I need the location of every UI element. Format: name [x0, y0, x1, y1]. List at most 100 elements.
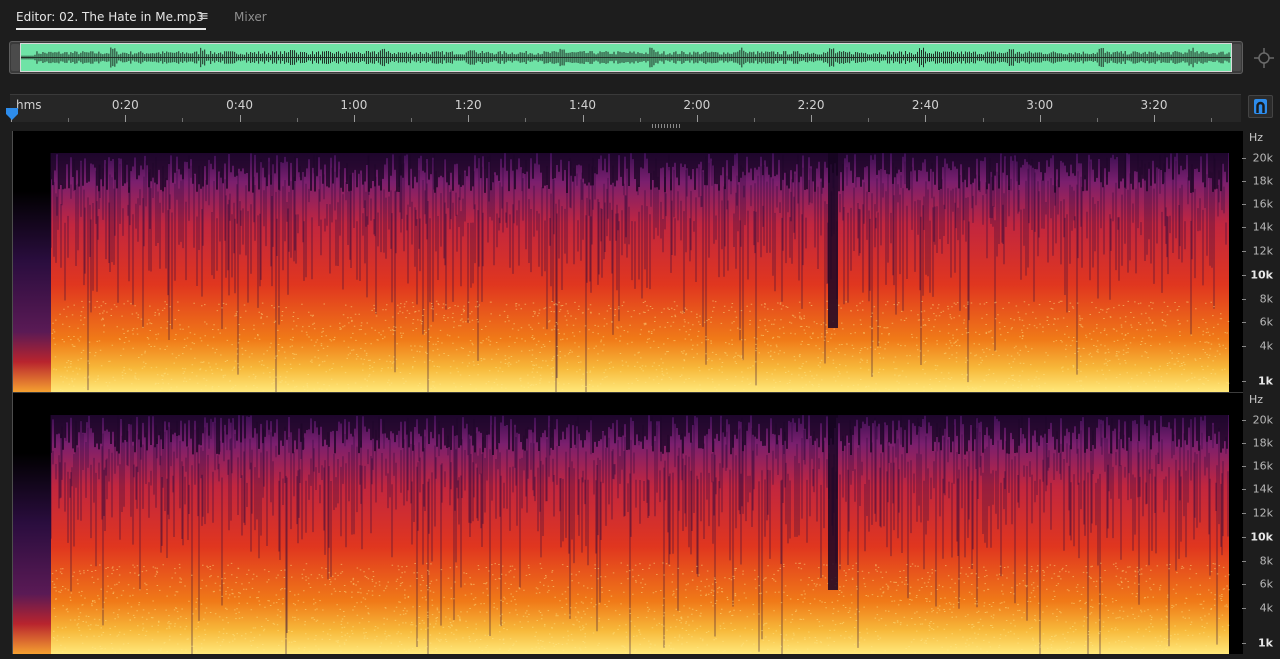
- overview-left-handle[interactable]: [11, 44, 20, 71]
- ruler-tick: [925, 115, 927, 122]
- frequency-label: 14k: [1252, 482, 1273, 496]
- frequency-label: 1k: [1258, 636, 1273, 650]
- frequency-tick: [1242, 381, 1246, 382]
- ruler-unit-label: hms: [16, 98, 42, 112]
- frequency-axis-right: Hz 20k 18k 16k 14k 12k 10k 8k 6k 4k 1k: [1242, 393, 1280, 654]
- overview-waveform: [21, 47, 1231, 68]
- ruler-tick: [296, 118, 298, 122]
- ruler-time-label: 1:20: [454, 98, 482, 112]
- frequency-tick: [1242, 420, 1246, 421]
- frequency-label: 16k: [1252, 459, 1273, 473]
- frequency-tick: [1242, 322, 1246, 323]
- frequency-tick: [1242, 299, 1246, 300]
- spectrogram-left: [13, 131, 1243, 392]
- frequency-label: 8k: [1259, 554, 1273, 568]
- channel-right-spectrogram[interactable]: [13, 393, 1243, 654]
- ruler-tick: [639, 118, 641, 122]
- frequency-tick: [1242, 443, 1246, 444]
- channel-left-spectrogram[interactable]: [13, 131, 1243, 392]
- frequency-tick: [1242, 181, 1246, 182]
- spectrogram-energy-field: [51, 153, 1229, 392]
- frequency-label: 12k: [1252, 244, 1273, 258]
- frequency-label: 16k: [1252, 197, 1273, 211]
- frequency-label: 4k: [1259, 339, 1273, 353]
- frequency-tick: [1242, 513, 1246, 514]
- tab-mixer[interactable]: Mixer: [234, 10, 267, 24]
- frequency-label: 6k: [1259, 315, 1273, 329]
- ruler-tick: [411, 118, 413, 122]
- ruler-time-label: 1:00: [340, 98, 368, 112]
- ruler-time-label: 3:00: [1026, 98, 1054, 112]
- editor-tab-bar: Editor: 02. The Hate in Me.mp3 ≡ Mixer: [0, 0, 1280, 36]
- frequency-label: 18k: [1252, 174, 1273, 188]
- ruler-tick: [468, 115, 470, 122]
- spectrogram-right: [13, 393, 1243, 654]
- spectral-frequency-display[interactable]: [12, 131, 1243, 654]
- ruler-time-label: 0:40: [226, 98, 254, 112]
- frequency-unit-label: Hz: [1249, 131, 1264, 144]
- frequency-label: 6k: [1259, 577, 1273, 591]
- ruler-tick: [811, 115, 813, 122]
- ruler-tick: [982, 118, 984, 122]
- time-ruler[interactable]: hms 0:20 0:40 1:00 1:20 1:40 2:00 2:20 2:40 3:00…: [10, 94, 1241, 122]
- frequency-tick: [1242, 275, 1246, 276]
- frequency-unit-label: Hz: [1249, 393, 1264, 406]
- ruler-tick: [125, 115, 127, 122]
- frequency-label: 20k: [1252, 413, 1273, 427]
- frequency-tick: [1242, 158, 1246, 159]
- frequency-tick: [1242, 346, 1246, 347]
- frequency-label: 10k: [1250, 530, 1273, 544]
- frequency-label: 10k: [1250, 268, 1273, 282]
- ruler-time-label: 2:40: [911, 98, 939, 112]
- ruler-tick: [1096, 118, 1098, 122]
- zoom-crosshair-icon[interactable]: [1253, 47, 1275, 69]
- ruler-time-label: 1:40: [569, 98, 596, 112]
- playhead-marker-icon[interactable]: [6, 108, 18, 120]
- frequency-tick: [1242, 466, 1246, 467]
- magnet-icon: [1254, 99, 1267, 114]
- frequency-tick: [1242, 561, 1246, 562]
- frequency-tick: [1242, 584, 1246, 585]
- ruler-tick: [582, 115, 584, 122]
- hamburger-menu-icon[interactable]: ≡: [198, 9, 209, 24]
- overview-visible-range[interactable]: [20, 43, 1232, 72]
- frequency-label: 4k: [1259, 601, 1273, 615]
- frequency-tick: [1242, 204, 1246, 205]
- spectrogram-energy-field: [51, 415, 1229, 654]
- overview-right-handle[interactable]: [1232, 44, 1241, 71]
- panel-resize-grip[interactable]: [652, 124, 680, 128]
- ruler-time-label: 2:00: [683, 98, 711, 112]
- spectrogram-intro-region: [13, 453, 51, 654]
- ruler-tick: [1039, 115, 1041, 122]
- tab-editor[interactable]: Editor: 02. The Hate in Me.mp3: [16, 10, 206, 30]
- frequency-tick: [1242, 227, 1246, 228]
- ruler-tick: [1211, 118, 1213, 122]
- snap-toggle-button[interactable]: [1248, 95, 1273, 118]
- ruler-tick: [68, 118, 70, 122]
- frequency-label: 1k: [1258, 374, 1273, 388]
- ruler-time-label: 3:20: [1140, 98, 1168, 112]
- frequency-label: 8k: [1259, 292, 1273, 306]
- ruler-tick: [1154, 115, 1155, 122]
- frequency-label: 12k: [1252, 506, 1273, 520]
- frequency-tick: [1242, 251, 1246, 252]
- ruler-time-label: 2:20: [797, 98, 825, 112]
- ruler-tick: [753, 118, 755, 122]
- frequency-label: 20k: [1252, 151, 1273, 165]
- ruler-tick: [525, 118, 527, 122]
- frequency-tick: [1242, 537, 1246, 538]
- ruler-tick: [239, 115, 241, 122]
- frequency-axis-left: Hz 20k 18k 16k 14k 12k 10k 8k 6k 4k 1k: [1242, 131, 1280, 392]
- frequency-label: 14k: [1252, 220, 1273, 234]
- frequency-tick: [1242, 608, 1246, 609]
- spectrogram-intro-region: [13, 191, 51, 392]
- ruler-tick: [353, 115, 355, 122]
- overview-navigator[interactable]: [9, 41, 1243, 74]
- ruler-tick: [182, 118, 184, 122]
- ruler-tick: [696, 115, 698, 122]
- frequency-tick: [1242, 489, 1246, 490]
- frequency-tick: [1242, 643, 1246, 644]
- frequency-label: 18k: [1252, 436, 1273, 450]
- ruler-tick: [868, 118, 870, 122]
- ruler-time-label: 0:20: [111, 98, 139, 112]
